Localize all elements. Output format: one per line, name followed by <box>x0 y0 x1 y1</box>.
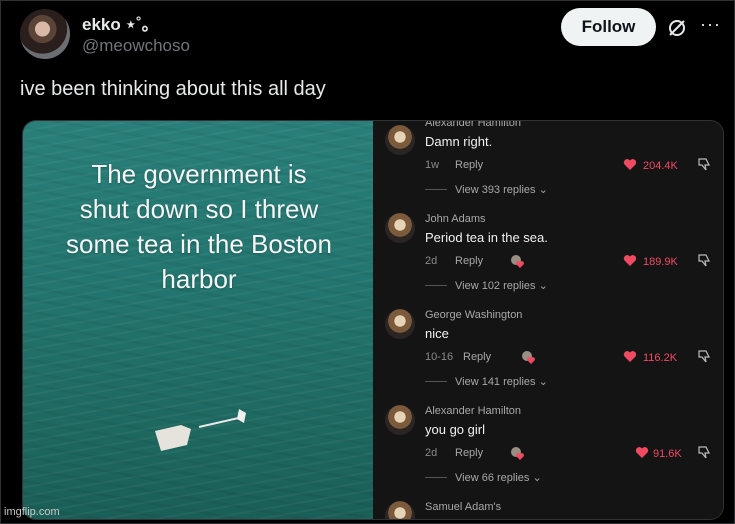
video-frame[interactable]: The government is shut down so I threw s… <box>23 121 373 519</box>
comment-author[interactable]: John Adams <box>425 213 486 225</box>
author-handle[interactable]: @meowchoso <box>82 36 190 56</box>
comment-text: you go girl <box>425 422 485 437</box>
reaction-icon <box>511 447 524 460</box>
view-replies-link[interactable]: View 141 replies ⌄ <box>425 375 548 388</box>
comment-time: 2d <box>425 255 438 267</box>
like-count: 189.9K <box>643 256 678 268</box>
commenter-avatar[interactable] <box>385 309 415 339</box>
commenter-avatar[interactable] <box>385 405 415 435</box>
comment-author[interactable]: George Washington <box>425 309 522 321</box>
like-count: 91.6K <box>653 448 682 460</box>
heart-icon[interactable] <box>623 254 637 267</box>
view-replies-link[interactable]: View 393 replies ⌄ <box>425 183 548 196</box>
like-count: 116.2K <box>643 352 678 364</box>
reply-button[interactable]: Reply <box>455 255 483 267</box>
reply-button[interactable]: Reply <box>455 159 483 171</box>
watermark: imgflip.com <box>4 506 60 518</box>
dislike-icon[interactable] <box>697 445 712 460</box>
commenter-avatar[interactable] <box>385 125 415 155</box>
heart-icon[interactable] <box>623 350 637 363</box>
grok-icon[interactable] <box>667 18 687 38</box>
comments-panel[interactable]: Alexander Hamilton Damn right. 1w Reply … <box>373 121 723 519</box>
comment-time: 2d <box>425 447 438 459</box>
heart-icon[interactable] <box>623 158 637 171</box>
reply-button[interactable]: Reply <box>463 351 491 363</box>
view-replies-link[interactable]: View 102 replies ⌄ <box>425 279 548 292</box>
dislike-icon[interactable] <box>697 157 712 172</box>
reaction-icon <box>511 255 524 268</box>
comment-author[interactable]: Alexander Hamilton <box>425 121 521 129</box>
post-media[interactable]: The government is shut down so I threw s… <box>22 120 724 520</box>
author-display-name[interactable]: ekko ⋆˚｡ <box>82 10 150 35</box>
dislike-icon[interactable] <box>697 253 712 268</box>
comment-author[interactable]: Samuel Adam's <box>425 501 501 513</box>
post-text: ive been thinking about this all day <box>20 78 326 100</box>
comment-time: 1w <box>425 159 440 171</box>
comment-text: nice <box>425 326 449 341</box>
heart-icon[interactable] <box>635 446 649 459</box>
reaction-icon <box>522 351 535 364</box>
follow-button[interactable]: Follow <box>561 8 656 46</box>
comment-time: 10-16 <box>425 351 454 363</box>
dislike-icon[interactable] <box>697 349 712 364</box>
reply-button[interactable]: Reply <box>455 447 483 459</box>
commenter-avatar[interactable] <box>385 213 415 243</box>
like-count: 204.4K <box>643 160 678 172</box>
more-options-icon[interactable]: ··· <box>700 14 721 35</box>
comment-text: Damn right. <box>425 134 493 149</box>
teabag-image <box>155 409 246 451</box>
comment-author[interactable]: Alexander Hamilton <box>425 405 521 417</box>
comment-text: Period tea in the sea. <box>425 230 548 245</box>
author-avatar[interactable] <box>20 9 70 59</box>
video-caption: The government is shut down so I threw s… <box>66 159 332 294</box>
view-replies-link[interactable]: View 66 replies ⌄ <box>425 471 542 484</box>
commenter-avatar[interactable] <box>385 501 415 519</box>
